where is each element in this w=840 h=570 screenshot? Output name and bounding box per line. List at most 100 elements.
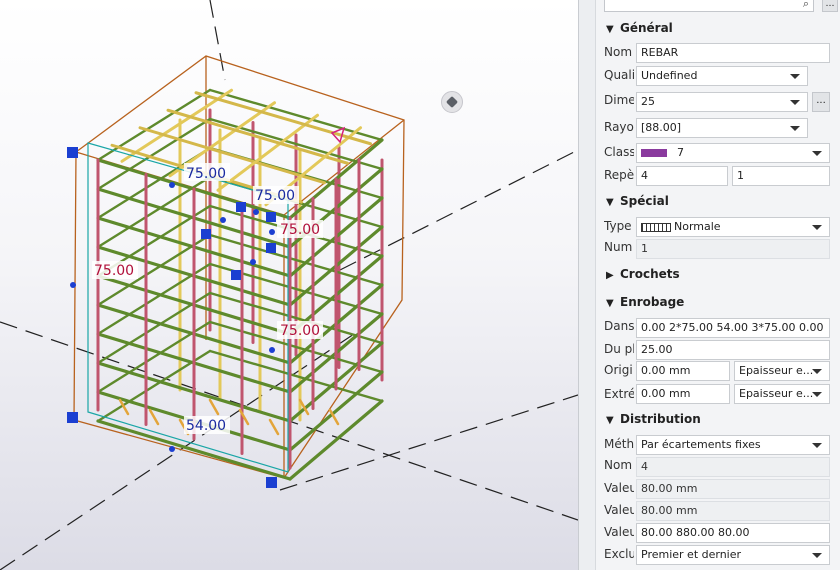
value1-field: 80.00 mm: [636, 479, 830, 499]
radius-label: Rayon: [604, 120, 634, 134]
panel-splitter[interactable]: [578, 0, 596, 570]
start-offset-value: 0.00 mm: [641, 364, 691, 377]
expand-icon: ▶: [606, 270, 614, 281]
type-value: Normale: [674, 220, 721, 233]
value2-label: Valeu: [604, 503, 634, 517]
dimension-label: Dime: [604, 93, 634, 107]
rebar-cage-model[interactable]: 75.00 75.00 75.00 75.00 75.00 54.00: [0, 0, 578, 570]
value1: 80.00 mm: [641, 482, 698, 495]
section-title: Général: [620, 21, 673, 35]
exclude-label: Exclu: [604, 547, 634, 561]
from-plane-label: Du pl: [604, 342, 634, 356]
value3: 80.00 880.00 80.00: [641, 526, 750, 539]
rebar-type-icon: [641, 222, 671, 232]
name-value: REBAR: [641, 46, 679, 59]
end-label: Extré: [604, 387, 634, 401]
radius-dropdown[interactable]: [88.00]: [636, 118, 808, 138]
cover-plane-value: 0.00 2*75.00 54.00 3*75.00 0.00: [641, 321, 824, 334]
dimension-dropdown[interactable]: 25: [636, 92, 808, 112]
handle[interactable]: [201, 229, 211, 239]
count-value: 4: [641, 460, 648, 473]
start-offset-field[interactable]: 0.00 mm: [636, 361, 730, 381]
rebar-bar: [96, 88, 212, 162]
rebar-bar: [208, 398, 220, 416]
handle[interactable]: [266, 477, 277, 488]
class-dropdown[interactable]: 7: [636, 143, 830, 163]
chevron-down-icon: [812, 151, 822, 156]
quality-value: Undefined: [641, 69, 698, 82]
value2: 80.00 mm: [641, 504, 698, 517]
view-cube-icon[interactable]: [441, 91, 463, 113]
section-cover[interactable]: ▼ Enrobage: [606, 295, 684, 309]
start-mode-value: Epaisseur e...: [739, 364, 814, 377]
rebar-bar: [166, 108, 349, 165]
chevron-down-icon: [812, 392, 822, 397]
rebar-bar: [148, 408, 160, 426]
count-label: Nom: [604, 458, 633, 472]
search-input[interactable]: ⌕: [604, 0, 814, 12]
rebar-cage[interactable]: [96, 88, 384, 481]
handle[interactable]: [236, 202, 246, 212]
from-plane-value: 25.00: [641, 343, 673, 356]
panel-options-button[interactable]: …: [822, 0, 838, 12]
handle[interactable]: [231, 270, 241, 280]
end-offset-field[interactable]: 0.00 mm: [636, 384, 730, 404]
section-title: Enrobage: [620, 295, 685, 309]
handle[interactable]: [67, 412, 78, 423]
name-field[interactable]: REBAR: [636, 43, 830, 63]
end-mode-dropdown[interactable]: Epaisseur e...: [734, 384, 830, 404]
number-label: Num: [604, 240, 633, 254]
radius-value: [88.00]: [641, 121, 682, 134]
start-mode-dropdown[interactable]: Epaisseur e...: [734, 361, 830, 381]
collapse-icon: ▼: [606, 298, 614, 309]
chevron-down-icon: [790, 74, 800, 79]
dimension-label: 75.00: [255, 188, 295, 204]
value1-label: Valeu: [604, 481, 634, 495]
mark-label: Repè: [604, 168, 634, 182]
type-dropdown[interactable]: Normale: [636, 217, 830, 237]
mark-start-field[interactable]: 1: [732, 166, 830, 186]
rebar-bar: [268, 418, 280, 436]
dimension-label: 54.00: [186, 418, 226, 434]
collapse-icon: ▼: [606, 197, 614, 208]
dimension-label: 75.00: [186, 166, 226, 182]
dimension-label: 75.00: [280, 222, 320, 238]
quality-dropdown[interactable]: Undefined: [636, 66, 808, 86]
from-plane-field[interactable]: 25.00: [636, 340, 830, 360]
value3-field[interactable]: 80.00 880.00 80.00: [636, 523, 830, 543]
cover-plane-field[interactable]: 0.00 2*75.00 54.00 3*75.00 0.00: [636, 318, 830, 338]
exclude-value: Premier et dernier: [641, 548, 742, 561]
dimension-label: 75.00: [280, 323, 320, 339]
section-general[interactable]: ▼ Général: [606, 21, 673, 35]
method-dropdown[interactable]: Par écartements fixes: [636, 435, 830, 455]
search-icon: ⌕: [802, 0, 809, 10]
chevron-down-icon: [812, 225, 822, 230]
section-hooks[interactable]: ▶ Crochets: [606, 267, 680, 281]
value2-field: 80.00 mm: [636, 501, 830, 521]
mark-prefix-value: 4: [641, 169, 648, 182]
end-mode-value: Epaisseur e...: [739, 387, 814, 400]
cover-plane-label: Dans: [604, 319, 634, 333]
dimension-more-button[interactable]: ...: [812, 92, 830, 112]
handle[interactable]: [67, 147, 78, 158]
dimension-label: 75.00: [94, 263, 134, 279]
value3-label: Valeu: [604, 525, 634, 539]
class-label: Class: [604, 145, 634, 159]
dimension-value: 25: [641, 95, 655, 108]
exclude-dropdown[interactable]: Premier et dernier: [636, 545, 830, 565]
model-viewport[interactable]: 75.00 75.00 75.00 75.00 75.00 54.00: [0, 0, 578, 570]
section-special[interactable]: ▼ Spécial: [606, 194, 669, 208]
type-label: Type: [604, 219, 632, 233]
chevron-down-icon: [790, 100, 800, 105]
chevron-down-icon: [790, 126, 800, 131]
quality-label: Quali: [604, 68, 634, 82]
handle[interactable]: [266, 243, 276, 253]
section-distribution[interactable]: ▼ Distribution: [606, 412, 701, 426]
number-value: 1: [641, 242, 648, 255]
class-value: 7: [677, 146, 684, 159]
mark-prefix-field[interactable]: 4: [636, 166, 728, 186]
name-label: Nom: [604, 45, 633, 59]
number-field: 1: [636, 239, 830, 259]
section-title: Crochets: [620, 267, 680, 281]
handle[interactable]: [266, 212, 276, 222]
